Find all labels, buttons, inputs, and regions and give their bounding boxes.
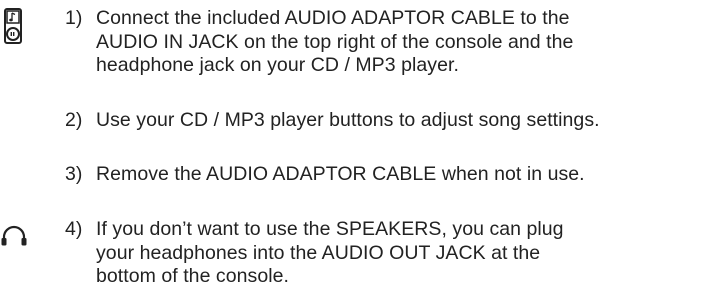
step-number: 3): [65, 163, 83, 185]
headphones-icon: [1, 225, 27, 246]
step-number: 2): [65, 109, 83, 131]
step-line: bottom of the console.: [96, 265, 289, 288]
mp3-player-icon: [4, 8, 22, 44]
step-text: Connect the included AUDIO ADAPTOR CABLE…: [96, 7, 696, 78]
step-text: Use your CD / MP3 player buttons to adju…: [96, 109, 696, 133]
step-line: Use your CD / MP3 player buttons to adju…: [96, 109, 600, 131]
step-line: AUDIO IN JACK on the top right of the co…: [96, 30, 574, 53]
step-line: Connect the included AUDIO ADAPTOR CABLE…: [96, 7, 570, 29]
step-number: 1): [65, 7, 83, 29]
step-line: your headphones into the AUDIO OUT JACK …: [96, 241, 541, 264]
instructions-list: 1) Connect the included AUDIO ADAPTOR CA…: [0, 0, 703, 287]
step-text: If you don’t want to use the SPEAKERS, y…: [96, 218, 696, 289]
step-line: If you don’t want to use the SPEAKERS, y…: [96, 218, 564, 240]
step-line: headphone jack on your CD / MP3 player.: [96, 54, 459, 77]
step-text: Remove the AUDIO ADAPTOR CABLE when not …: [96, 163, 696, 187]
step-line: Remove the AUDIO ADAPTOR CABLE when not …: [96, 163, 585, 185]
step-number: 4): [65, 218, 83, 240]
